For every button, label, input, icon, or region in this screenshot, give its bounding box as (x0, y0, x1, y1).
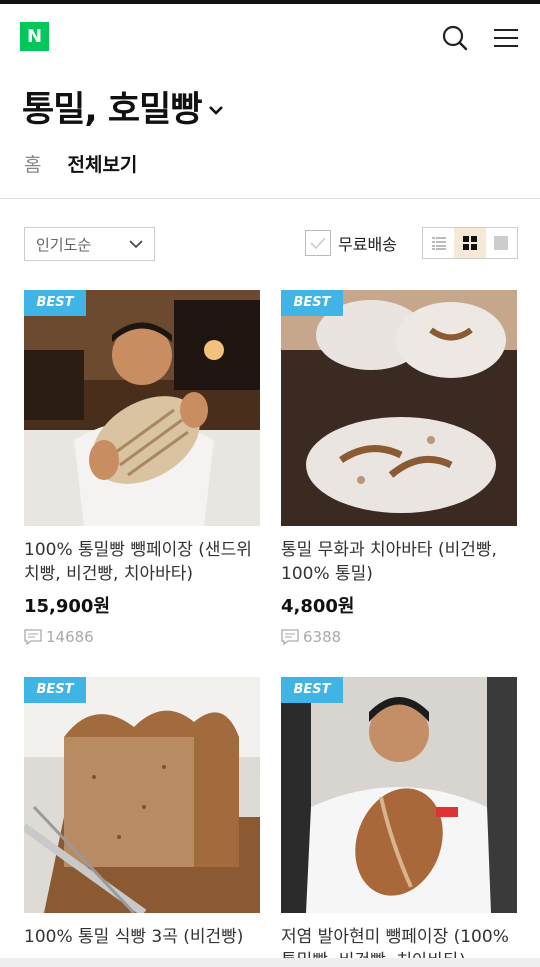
product-name[interactable]: 통밀 무화과 치아바타 (비건빵, 100% 통밀) (281, 538, 517, 586)
product-price: 4,800원 (281, 596, 355, 617)
check-icon (310, 237, 326, 250)
product-card[interactable]: BEST 저염 발아현미 뺑페이장 (100% 통밀빵, 비건빵, 치아바타) (281, 677, 517, 967)
whole-wheat-loaf-image (24, 677, 260, 913)
product-price: 15,900원 (24, 596, 111, 617)
search-button[interactable] (441, 24, 469, 52)
baker-holding-bread-image (24, 290, 260, 526)
free-shipping-filter[interactable]: 무료배송 (305, 230, 397, 256)
tab-home[interactable]: 홈 (24, 150, 41, 177)
best-badge: BEST (281, 677, 343, 703)
product-card[interactable]: BEST 100% 통밀 식빵 3곡 (비건빵) (24, 677, 260, 949)
product-image[interactable]: BEST (24, 290, 260, 526)
review-count: 6388 (281, 628, 517, 646)
tab-bar: 홈 전체보기 (24, 150, 137, 177)
list-view-icon (431, 236, 446, 250)
chevron-down-icon (129, 240, 143, 249)
product-card[interactable]: BEST 통밀 무화과 치아바타 (비건빵, 100% 통밀) 4,800원 6… (281, 290, 517, 646)
review-count: 14686 (24, 628, 260, 646)
comment-icon (24, 629, 42, 645)
chevron-down-icon (209, 106, 224, 115)
product-image[interactable]: BEST (24, 677, 260, 913)
list-view-button[interactable] (423, 228, 454, 258)
grid-view-button[interactable] (454, 228, 486, 258)
free-shipping-checkbox[interactable] (305, 230, 331, 256)
tab-view-all[interactable]: 전체보기 (67, 150, 137, 177)
large-view-button[interactable] (486, 228, 517, 258)
category-title: 통밀, 호밀빵 (22, 89, 202, 130)
product-name[interactable]: 100% 통밀 식빵 3곡 (비건빵) (24, 925, 260, 949)
menu-button[interactable] (493, 26, 519, 50)
comment-icon (281, 629, 299, 645)
review-count-value: 14686 (46, 628, 94, 646)
bottom-scroll-edge (0, 958, 540, 967)
review-count-value: 6388 (303, 628, 342, 646)
fig-ciabatta-image (281, 290, 517, 526)
search-icon (442, 25, 468, 51)
free-shipping-label: 무료배송 (338, 235, 397, 254)
best-badge: BEST (281, 290, 343, 316)
sort-select[interactable]: 인기도순 (24, 227, 155, 261)
baker-holding-rice-bread-image (281, 677, 517, 913)
divider (0, 198, 540, 199)
view-mode-toggle (422, 227, 518, 259)
grid-view-icon (462, 236, 477, 250)
category-title-dropdown[interactable]: 통밀, 호밀빵 (22, 80, 225, 132)
product-name[interactable]: 100% 통밀빵 뺑페이장 (샌드위치빵, 비건빵, 치아바타) (24, 538, 260, 586)
product-image[interactable]: BEST (281, 290, 517, 526)
product-image[interactable]: BEST (281, 677, 517, 913)
product-card[interactable]: BEST 100% 통밀빵 뺑페이장 (샌드위치빵, 비건빵, 치아바타) 15… (24, 290, 260, 646)
best-badge: BEST (24, 677, 86, 703)
large-view-icon (494, 236, 509, 250)
best-badge: BEST (24, 290, 86, 316)
sort-select-value: 인기도순 (36, 235, 92, 254)
header: N (0, 4, 540, 62)
naver-logo[interactable]: N (20, 22, 49, 51)
hamburger-menu-icon (494, 29, 518, 47)
